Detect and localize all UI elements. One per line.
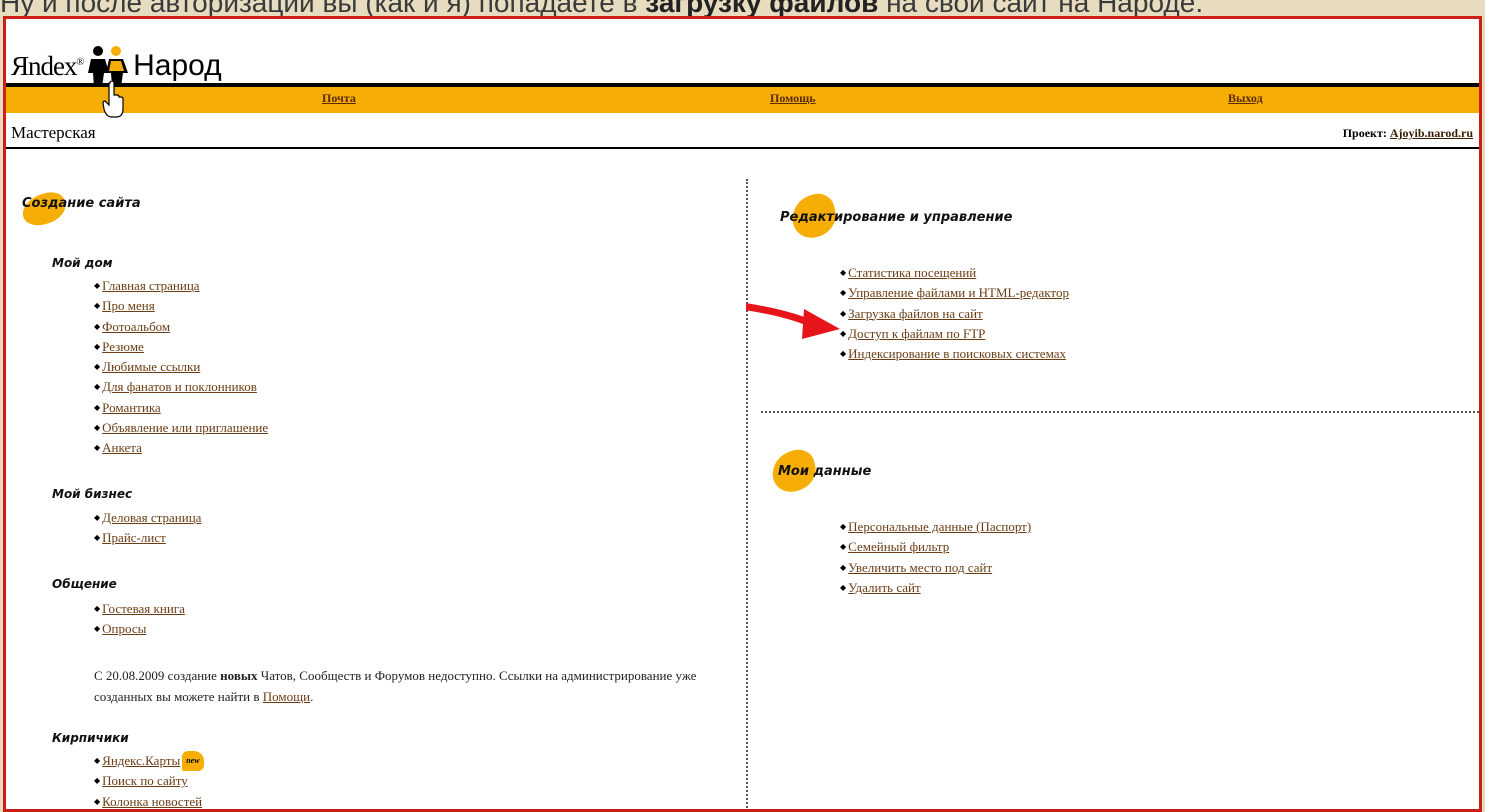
link-upload-files[interactable]: Загрузка файлов на сайт — [848, 306, 983, 321]
yandex-logo-text: Яndex® — [11, 50, 85, 82]
link-visit-stats[interactable]: Статистика посещений — [848, 265, 976, 280]
list-item: Семейный фильтр — [840, 537, 1031, 557]
project-label-text: Проект: — [1342, 126, 1390, 140]
top-nav-bar: Почта Помощь Выход — [6, 83, 1479, 113]
workshop-bar: Мастерская Проект: Ajoyib.narod.ru — [6, 113, 1479, 149]
nav-exit-link[interactable]: Выход — [1228, 91, 1263, 106]
my-data-links: Персональные данные (Паспорт) Семейный ф… — [840, 517, 1031, 598]
list-item: Поиск по сайту — [94, 771, 204, 791]
my-home-links: Главная страница Про меня Фотоальбом Рез… — [94, 276, 268, 459]
edit-manage-heading: Редактирование и управление — [780, 210, 1013, 225]
link-photo-album[interactable]: Фотоальбом — [102, 319, 170, 334]
list-item: Главная страница — [94, 276, 268, 296]
link-file-manager[interactable]: Управление файлами и HTML-редактор — [848, 285, 1069, 300]
list-item: Колонка новостей — [94, 792, 204, 809]
link-ftp-access[interactable]: Доступ к файлам по FTP — [848, 326, 985, 341]
my-data-section: Мои данные — [767, 445, 871, 497]
notice-bold: новых — [220, 668, 258, 683]
site-creation-heading: Создание сайта — [22, 196, 141, 211]
yandex-word: Яndex — [11, 50, 77, 81]
list-item: Управление файлами и HTML-редактор — [840, 283, 1069, 303]
list-item: Индексирование в поисковых системах — [840, 344, 1069, 364]
list-item: Прайс-лист — [94, 528, 201, 548]
link-business-page[interactable]: Деловая страница — [102, 510, 201, 525]
my-data-heading: Мои данные — [778, 464, 872, 479]
list-item: Доступ к файлам по FTP — [840, 324, 1069, 344]
group-communication-title: Общение — [52, 577, 117, 591]
link-resume[interactable]: Резюме — [102, 339, 144, 354]
link-search-indexing[interactable]: Индексирование в поисковых системах — [848, 346, 1066, 361]
communication-links: Гостевая книга Опросы — [94, 599, 185, 640]
narod-word: Народ — [133, 49, 222, 82]
new-badge: new — [182, 751, 204, 772]
list-item: Анкета — [94, 438, 268, 458]
link-delete-site[interactable]: Удалить сайт — [848, 580, 921, 595]
edit-manage-section: Редактирование и управление — [778, 190, 1012, 242]
link-fans[interactable]: Для фанатов и поклонников — [102, 379, 257, 394]
link-main-page[interactable]: Главная страница — [102, 278, 199, 293]
link-guestbook[interactable]: Гостевая книга — [102, 601, 185, 616]
notice-text: С 20.08.2009 создание — [94, 668, 221, 683]
list-item: Романтика — [94, 398, 268, 418]
link-site-search[interactable]: Поиск по сайту — [102, 773, 188, 788]
link-romance[interactable]: Романтика — [102, 400, 161, 415]
link-questionnaire[interactable]: Анкета — [102, 440, 142, 455]
link-price-list[interactable]: Прайс-лист — [102, 530, 166, 545]
link-announcement[interactable]: Объявление или приглашение — [102, 420, 268, 435]
list-item: Статистика посещений — [840, 263, 1069, 283]
list-item: Для фанатов и поклонников — [94, 377, 268, 397]
list-item: Яндекс.Картыnew — [94, 751, 204, 772]
link-news-column[interactable]: Колонка новостей — [102, 794, 202, 809]
edit-manage-links: Статистика посещений Управление файлами … — [840, 263, 1069, 364]
list-item: Фотоальбом — [94, 317, 268, 337]
list-item: Резюме — [94, 337, 268, 357]
list-item: Увеличить место под сайт — [840, 558, 1031, 578]
link-favorite-links[interactable]: Любимые ссылки — [102, 359, 200, 374]
list-item: Персональные данные (Паспорт) — [840, 517, 1031, 537]
registered-mark: ® — [76, 56, 85, 68]
group-my-home-title: Мой дом — [52, 256, 113, 270]
section-divider — [761, 411, 1479, 413]
column-divider — [746, 179, 748, 809]
link-increase-space[interactable]: Увеличить место под сайт — [848, 560, 992, 575]
project-label: Проект: Ajoyib.narod.ru — [1343, 126, 1473, 141]
link-yandex-maps[interactable]: Яндекс.Карты — [102, 753, 180, 768]
link-about-me[interactable]: Про меня — [102, 298, 155, 313]
chat-notice: С 20.08.2009 создание новых Чатов, Сообщ… — [94, 665, 714, 707]
workshop-title: Мастерская — [11, 123, 96, 142]
group-my-business-title: Мой бизнес — [52, 487, 133, 501]
link-family-filter[interactable]: Семейный фильтр — [848, 539, 949, 554]
list-item: Любимые ссылки — [94, 357, 268, 377]
notice-help-link[interactable]: Помощи — [263, 689, 310, 704]
list-item: Про меня — [94, 296, 268, 316]
nav-mail-link[interactable]: Почта — [322, 91, 356, 106]
site-creation-section: Создание сайта — [18, 182, 141, 230]
list-item: Объявление или приглашение — [94, 418, 268, 438]
link-personal-data[interactable]: Персональные данные (Паспорт) — [848, 519, 1031, 534]
list-item: Деловая страница — [94, 508, 201, 528]
list-item: Удалить сайт — [840, 578, 1031, 598]
notice-end: . — [310, 689, 314, 704]
list-item: Загрузка файлов на сайт — [840, 304, 1069, 324]
my-business-links: Деловая страница Прайс-лист — [94, 508, 201, 549]
project-link[interactable]: Ajoyib.narod.ru — [1390, 126, 1473, 140]
list-item: Гостевая книга — [94, 599, 185, 619]
browser-page: Яndex® Народ Почта Помощь Выход Мастерск… — [3, 16, 1482, 812]
list-item: Опросы — [94, 619, 185, 639]
nav-help-link[interactable]: Помощь — [770, 91, 816, 106]
link-polls[interactable]: Опросы — [102, 621, 146, 636]
red-arrow-icon — [746, 303, 840, 339]
group-bricks-title: Кирпичики — [52, 731, 129, 745]
